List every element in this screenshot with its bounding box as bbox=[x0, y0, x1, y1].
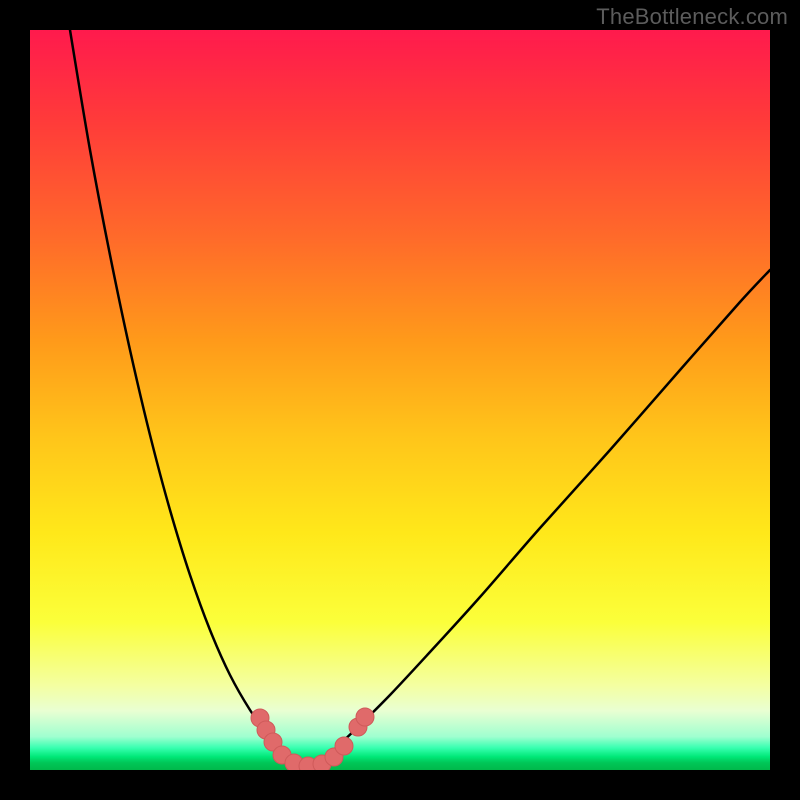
watermark-text: TheBottleneck.com bbox=[596, 4, 788, 30]
marker-dot bbox=[335, 737, 353, 755]
bottleneck-curve-path bbox=[70, 30, 770, 768]
chart-svg bbox=[30, 30, 770, 770]
marker-cluster bbox=[251, 708, 374, 770]
curve-group bbox=[70, 30, 770, 768]
plot-area bbox=[30, 30, 770, 770]
outer-frame: TheBottleneck.com bbox=[0, 0, 800, 800]
marker-dot bbox=[356, 708, 374, 726]
